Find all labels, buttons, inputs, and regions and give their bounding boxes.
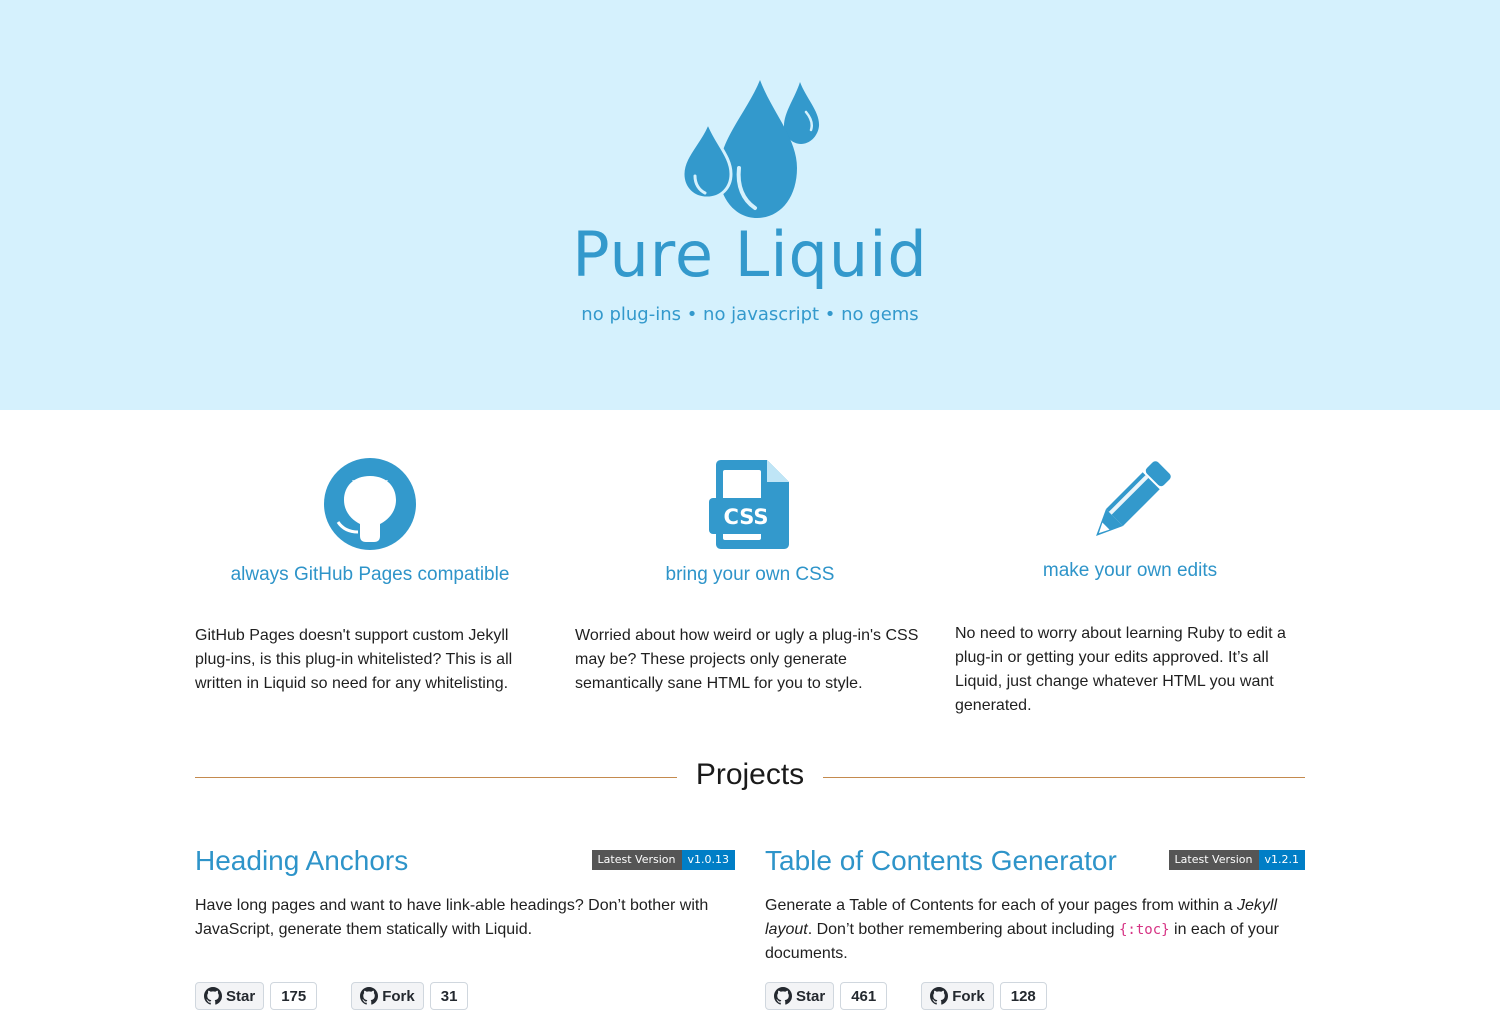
css-file-icon: CSS [575, 458, 925, 550]
pencil-icon [955, 458, 1305, 546]
fork-label: Fork [952, 987, 985, 1005]
feature-github: always GitHub Pages compatible GitHub Pa… [195, 458, 545, 696]
star-label: Star [796, 987, 826, 1005]
github-mark-icon [930, 987, 949, 1005]
github-mark-icon [360, 987, 379, 1005]
feature-title: make your own edits [1042, 560, 1218, 581]
github-buttons: Star 461 Fork 128 [765, 982, 1047, 1010]
fork-label: Fork [382, 987, 415, 1005]
badge-value: v1.2.1 [1258, 850, 1305, 870]
feature-body: GitHub Pages doesn't support custom Jeky… [195, 627, 513, 692]
github-mark-icon [774, 987, 792, 1005]
feature-edits: make your own edits No need to worry abo… [955, 458, 1305, 718]
feature-css: CSS bring your own CSS Worried about how… [575, 458, 925, 696]
fork-group: Fork 31 [351, 982, 469, 1010]
project-description: Generate a Table of Contents for each of… [765, 894, 1305, 966]
github-buttons: Star 175 Fork 31 [195, 982, 469, 1010]
fork-group: Fork 128 [921, 982, 1047, 1010]
github-icon [195, 458, 545, 550]
css-icon-label: CSS [723, 505, 768, 529]
feature-title: bring your own CSS [665, 564, 835, 585]
feature-body: No need to worry about learning Ruby to … [955, 625, 1286, 714]
star-group: Star 461 [765, 982, 888, 1010]
star-label: Star [226, 987, 256, 1005]
fork-button[interactable]: Fork [351, 982, 424, 1010]
github-mark-icon [204, 987, 222, 1005]
fork-button[interactable]: Fork [921, 982, 994, 1010]
version-badge[interactable]: Latest Version v1.0.13 [591, 850, 735, 870]
badge-label: Latest Version [591, 850, 682, 870]
star-count[interactable]: 175 [270, 982, 318, 1010]
site-tagline: no plug-ins • no javascript • no gems [581, 304, 919, 325]
description-text: . Don’t bother remembering about includi… [807, 921, 1119, 938]
project-card-heading-anchors: Heading Anchors Latest Version v1.0.13 H… [195, 844, 735, 942]
star-button[interactable]: Star [195, 982, 265, 1010]
star-group: Star 175 [195, 982, 318, 1010]
projects-divider: Projects [195, 758, 1305, 798]
star-count[interactable]: 461 [840, 982, 888, 1010]
fork-count[interactable]: 128 [999, 982, 1047, 1010]
projects-heading: Projects [695, 758, 805, 791]
feature-title: always GitHub Pages compatible [230, 564, 510, 585]
feature-body: Worried about how weird or ugly a plug-i… [575, 627, 919, 692]
liquid-drops-logo-icon [681, 80, 820, 218]
star-button[interactable]: Star [765, 982, 835, 1010]
hero-banner: Pure Liquid no plug-ins • no javascript … [0, 0, 1500, 410]
fork-count[interactable]: 31 [429, 982, 469, 1010]
toc-code: {:toc} [1119, 922, 1170, 938]
project-card-toc-generator: Table of Contents Generator Latest Versi… [765, 844, 1305, 966]
version-badge[interactable]: Latest Version v1.2.1 [1168, 850, 1305, 870]
badge-value: v1.0.13 [681, 850, 735, 870]
site-title: Pure Liquid [572, 218, 928, 291]
description-text: Generate a Table of Contents for each of… [765, 897, 1237, 914]
badge-label: Latest Version [1168, 850, 1259, 870]
project-description: Have long pages and want to have link-ab… [195, 897, 709, 938]
